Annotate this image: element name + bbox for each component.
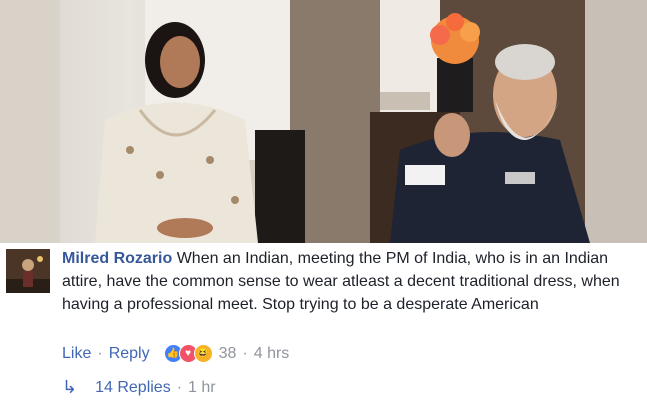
replies-count[interactable]: 14 Replies xyxy=(95,379,171,397)
replies-timestamp: 1 hr xyxy=(188,378,216,396)
reply-button[interactable]: Reply xyxy=(109,345,150,363)
comment-author-link[interactable]: Milred Rozario xyxy=(62,250,172,267)
reaction-count[interactable]: 38 xyxy=(219,345,237,363)
separator-dot: · xyxy=(242,344,248,362)
view-replies-link[interactable]: ↳ 14 Replies · 1 hr xyxy=(62,377,216,398)
news-photo xyxy=(0,0,647,243)
haha-icon: 😆 xyxy=(193,344,213,363)
comment: Milred Rozario When an Indian, meeting t… xyxy=(0,243,647,404)
comment-actions: Like · Reply 👍 ♥ 😆 38 · 4 hrs xyxy=(62,344,289,363)
photo-illustration xyxy=(0,0,647,243)
comment-body: Milred Rozario When an Indian, meeting t… xyxy=(62,247,644,316)
avatar[interactable] xyxy=(6,249,50,293)
separator-dot: · xyxy=(176,378,183,396)
reactions[interactable]: 👍 ♥ 😆 xyxy=(163,344,213,363)
like-button[interactable]: Like xyxy=(62,345,91,363)
separator-dot: · xyxy=(97,344,103,362)
reply-arrow-icon: ↳ xyxy=(62,377,78,397)
avatar-image xyxy=(6,249,50,293)
comment-timestamp[interactable]: 4 hrs xyxy=(254,345,290,363)
